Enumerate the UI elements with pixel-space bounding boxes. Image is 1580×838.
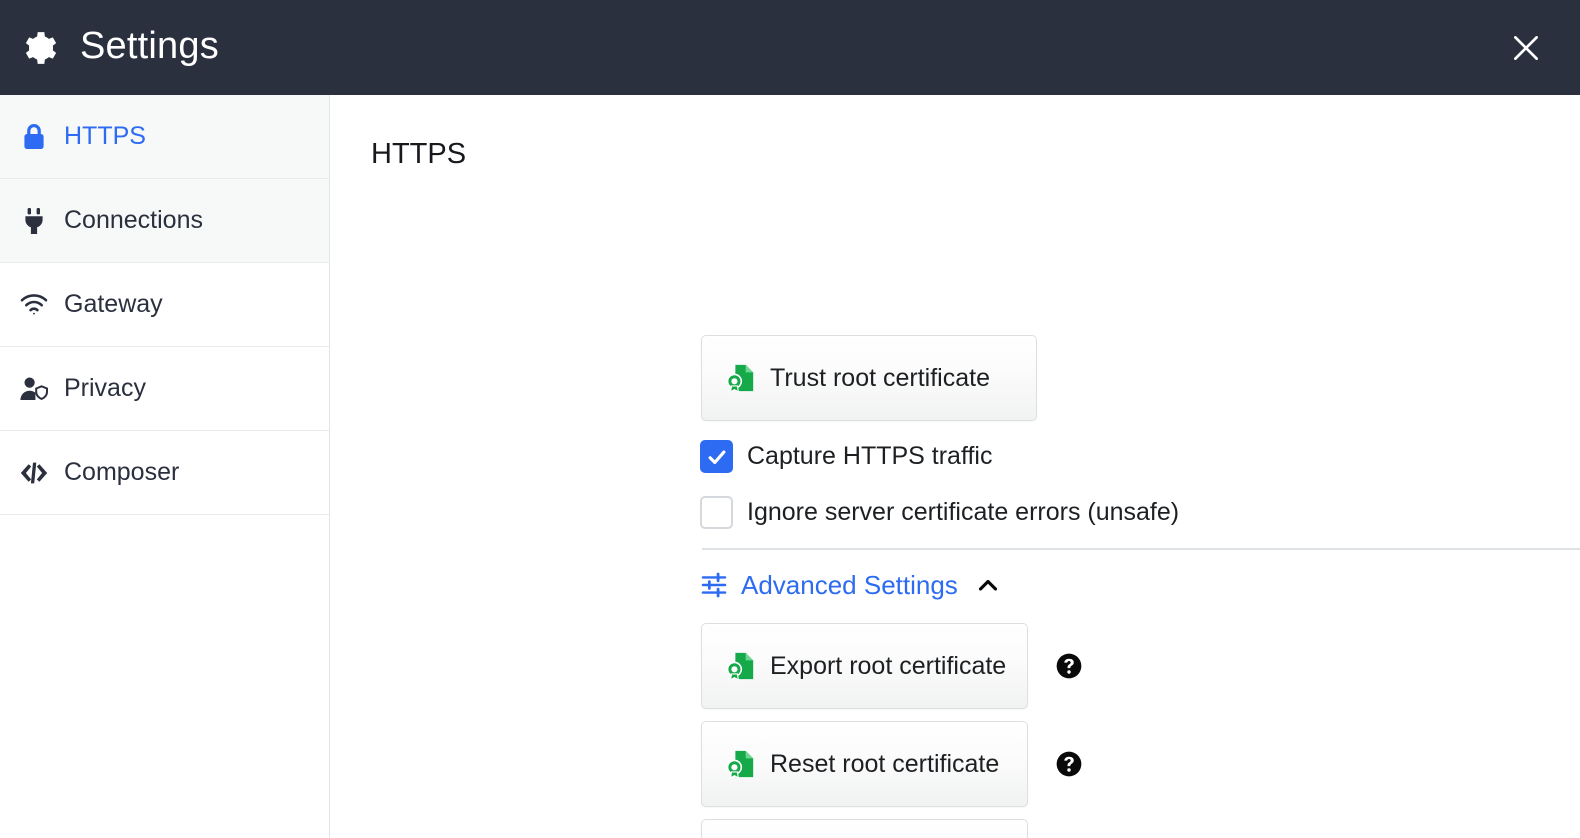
wifi-icon <box>20 291 48 319</box>
sidebar-item-composer[interactable]: Composer <box>0 431 329 515</box>
sidebar-item-label: Composer <box>64 458 180 486</box>
capture-https-traffic-label: Capture HTTPS traffic <box>747 442 993 470</box>
capture-https-traffic-checkbox[interactable] <box>700 440 733 473</box>
sidebar-item-label: Privacy <box>64 374 146 402</box>
certificate-icon <box>726 651 756 681</box>
lock-icon <box>20 123 48 151</box>
plug-icon <box>20 207 48 235</box>
capture-https-traffic-checkbox-row[interactable]: Capture HTTPS traffic <box>700 440 992 473</box>
sidebar-item-label: HTTPS <box>64 122 146 150</box>
ignore-cert-errors-checkbox[interactable] <box>700 496 733 529</box>
trust-root-certificate-button[interactable]: Trust root certificate <box>701 335 1037 421</box>
code-icon <box>20 459 48 487</box>
close-button[interactable] <box>1500 22 1552 74</box>
page-title: HTTPS <box>371 138 467 170</box>
remove-root-certificate-button[interactable]: Remove root certificate <box>701 819 1028 838</box>
sidebar-item-label: Connections <box>64 206 203 234</box>
reset-root-certificate-row: Reset root certificate <box>701 721 1082 807</box>
sliders-icon <box>700 571 728 599</box>
body-area: HTTPS Connections Gateway Privacy Compos… <box>0 95 1580 838</box>
window-titlebar: Settings <box>0 0 1580 95</box>
help-icon[interactable] <box>1056 653 1082 679</box>
sidebar-item-privacy[interactable]: Privacy <box>0 347 329 431</box>
sidebar-item-https[interactable]: HTTPS <box>0 95 329 179</box>
remove-root-certificate-row: Remove root certificate <box>701 819 1082 838</box>
reset-root-certificate-label: Reset root certificate <box>770 749 1000 778</box>
export-root-certificate-row: Export root certificate <box>701 623 1082 709</box>
ignore-cert-errors-label: Ignore server certificate errors (unsafe… <box>747 498 1180 526</box>
export-root-certificate-label: Export root certificate <box>770 651 1007 680</box>
section-divider <box>702 548 1580 550</box>
main-panel: HTTPS Trust root certificate Capture HTT… <box>330 95 1580 838</box>
sidebar-item-connections[interactable]: Connections <box>0 179 329 263</box>
export-root-certificate-button[interactable]: Export root certificate <box>701 623 1028 709</box>
help-icon[interactable] <box>1056 751 1082 777</box>
gear-icon <box>22 29 60 67</box>
user-shield-icon <box>20 375 48 403</box>
sidebar-item-label: Gateway <box>64 290 163 318</box>
advanced-settings-toggle[interactable]: Advanced Settings <box>700 571 1000 599</box>
app-title: Settings <box>80 25 219 67</box>
certificate-icon <box>726 749 756 779</box>
certificate-icon <box>726 363 756 393</box>
advanced-settings-label: Advanced Settings <box>741 570 958 600</box>
trust-root-certificate-label: Trust root certificate <box>770 363 990 392</box>
titlebar-left: Settings <box>0 27 219 68</box>
chevron-up-icon[interactable] <box>971 573 1000 597</box>
sidebar-item-gateway[interactable]: Gateway <box>0 263 329 347</box>
ignore-cert-errors-checkbox-row[interactable]: Ignore server certificate errors (unsafe… <box>700 496 1179 529</box>
sidebar: HTTPS Connections Gateway Privacy Compos… <box>0 95 330 838</box>
reset-root-certificate-button[interactable]: Reset root certificate <box>701 721 1028 807</box>
close-icon <box>1509 31 1543 65</box>
